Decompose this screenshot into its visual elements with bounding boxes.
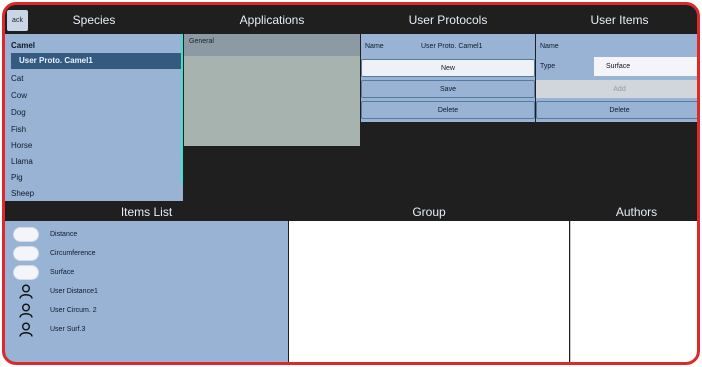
list-item-label: User Distance1 xyxy=(50,287,98,295)
authors-panel[interactable] xyxy=(570,221,697,362)
app-window: ack Species Applications User Protocols … xyxy=(2,2,700,365)
list-item-label: Distance xyxy=(50,230,78,238)
user-item-delete-button[interactable]: Delete xyxy=(536,101,697,119)
list-item-label: User Circum. 2 xyxy=(50,306,97,314)
user-icon xyxy=(13,283,39,299)
list-item[interactable]: User Circum. 2 xyxy=(13,302,97,318)
species-header: Species xyxy=(72,12,116,27)
species-selected-item[interactable]: User Proto. Camel1 xyxy=(11,53,181,69)
user-icon xyxy=(13,302,39,318)
species-item-cat[interactable]: Cat xyxy=(11,74,23,83)
toggle-switch[interactable] xyxy=(13,264,39,280)
applications-item-label: General xyxy=(189,38,214,45)
protocol-name-value[interactable]: User Proto. Camel1 xyxy=(421,43,482,50)
authors-header: Authors xyxy=(615,204,658,219)
list-item[interactable]: User Surf.3 xyxy=(13,321,85,337)
protocol-delete-button[interactable]: Delete xyxy=(361,101,535,119)
applications-header: Applications xyxy=(239,12,305,27)
species-scrollbar[interactable] xyxy=(181,34,183,184)
group-header: Group xyxy=(412,204,446,219)
species-item-pig[interactable]: Pig xyxy=(11,173,23,182)
list-item-label: Surface xyxy=(50,268,75,276)
list-item-label: Circumference xyxy=(50,249,96,257)
user-item-type-select[interactable]: Surface xyxy=(594,57,697,76)
items-list-panel[interactable]: Distance Circumference Surface User Dist… xyxy=(5,221,288,362)
species-item-sheep[interactable]: Sheep xyxy=(11,189,34,198)
list-item[interactable]: Distance xyxy=(13,226,77,242)
species-item-fish[interactable]: Fish xyxy=(11,125,26,134)
species-item-llama[interactable]: Llama xyxy=(11,157,33,166)
list-item[interactable]: User Distance1 xyxy=(13,283,98,299)
user-items-header: User Items xyxy=(590,12,649,27)
protocol-save-button[interactable]: Save xyxy=(361,80,535,98)
protocol-name-label: Name xyxy=(365,43,384,50)
toggle-switch[interactable] xyxy=(13,226,39,242)
species-item-horse[interactable]: Horse xyxy=(11,141,32,150)
user-item-type-label: Type xyxy=(540,63,556,70)
list-item-label: User Surf.3 xyxy=(50,325,86,333)
species-group-label[interactable]: Camel xyxy=(11,41,35,50)
user-item-add-button[interactable]: Add xyxy=(536,80,697,98)
species-item-dog[interactable]: Dog xyxy=(11,108,26,117)
species-item-cow[interactable]: Cow xyxy=(11,91,27,100)
list-item[interactable]: Surface xyxy=(13,264,74,280)
protocol-new-button[interactable]: New xyxy=(361,59,535,77)
user-protocols-header: User Protocols xyxy=(408,12,488,27)
items-list-header: Items List xyxy=(120,204,173,219)
user-item-name-label: Name xyxy=(540,43,559,50)
group-panel[interactable] xyxy=(289,221,569,362)
toggle-switch[interactable] xyxy=(13,245,39,261)
user-icon xyxy=(13,321,39,337)
list-item[interactable]: Circumference xyxy=(13,245,96,261)
